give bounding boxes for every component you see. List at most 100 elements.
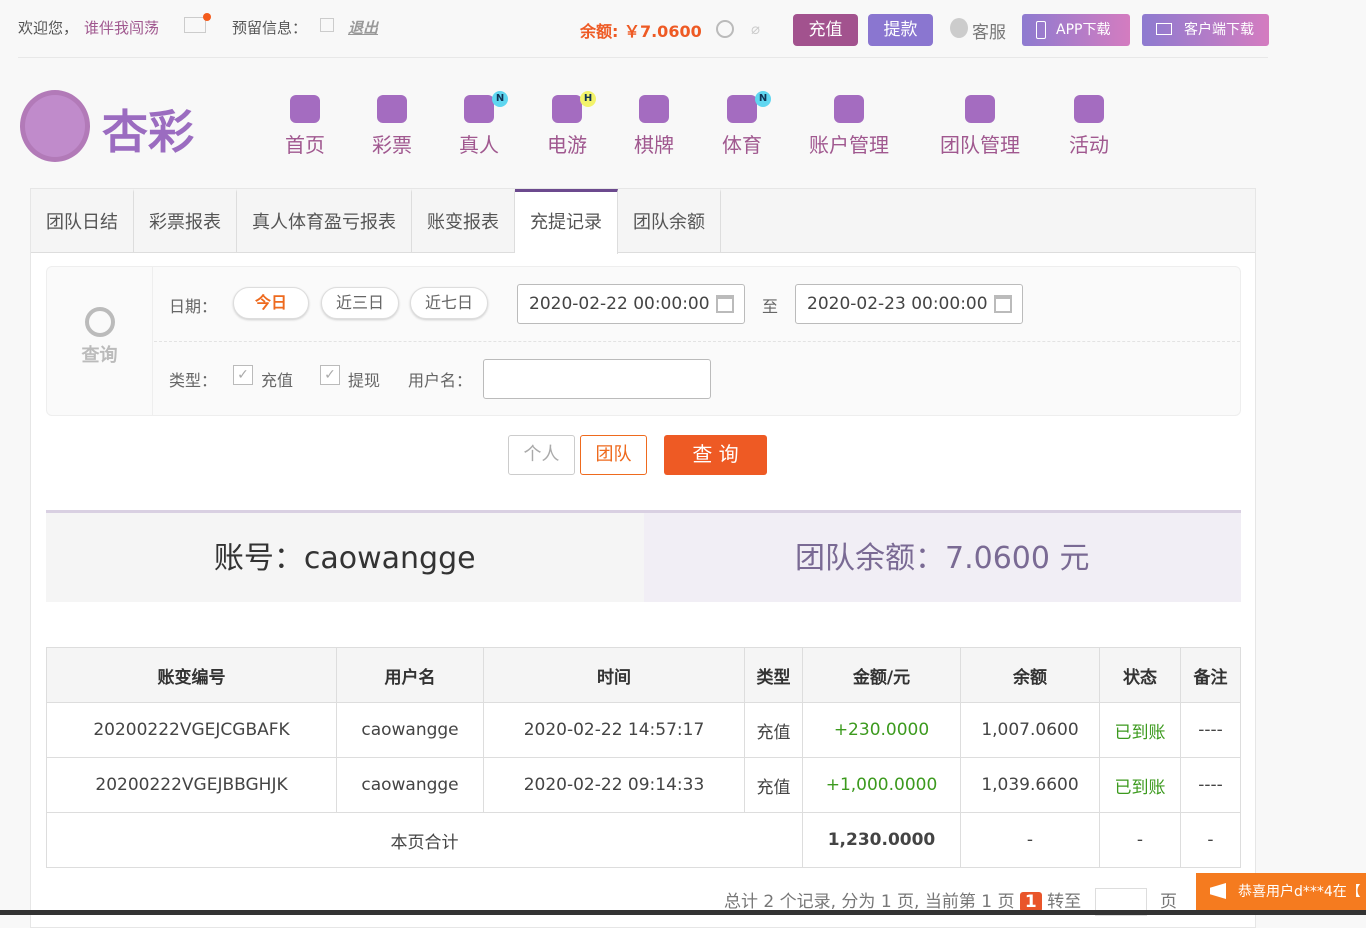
tab-0[interactable]: 团队日结 <box>31 189 134 252</box>
column-header: 状态 <box>1099 647 1181 703</box>
table-cell: 已到账 <box>1099 702 1181 758</box>
withdraw-checkbox[interactable]: ✓ <box>320 365 340 385</box>
page-1-button[interactable]: 1 <box>1019 892 1042 912</box>
search-button[interactable]: 查 询 <box>664 435 767 475</box>
start-date-input[interactable]: 2020-02-22 00:00:00 <box>517 284 745 324</box>
team-icon <box>965 95 995 123</box>
type-label: 类型： <box>169 371 218 390</box>
nav-item-6[interactable]: 账户管理 <box>809 95 889 158</box>
seven-days-button[interactable]: 近七日 <box>410 287 488 319</box>
nav-item-1[interactable]: 彩票 <box>372 95 412 158</box>
table-cell: ---- <box>1180 702 1241 758</box>
mail-icon[interactable] <box>184 17 206 33</box>
table-cell: caowangge <box>336 757 484 813</box>
table-cell: 1,039.6600 <box>960 757 1100 813</box>
cards-icon <box>639 95 669 123</box>
tab-4[interactable]: 充提记录 <box>515 189 618 254</box>
withdraw-button[interactable]: 提款 <box>868 14 933 46</box>
total-row: 本页合计 1,230.0000- - - <box>46 812 1241 868</box>
refresh-icon[interactable] <box>716 20 734 38</box>
column-header: 类型 <box>744 647 803 703</box>
nav-item-5[interactable]: N 体育 <box>722 91 771 158</box>
nav-label: 彩票 <box>372 133 412 157</box>
column-header: 时间 <box>483 647 745 703</box>
nav-item-7[interactable]: 团队管理 <box>940 95 1020 158</box>
tab-3[interactable]: 账变报表 <box>412 189 515 252</box>
badge: N <box>755 91 771 107</box>
account-text: 账号：caowangge <box>46 513 644 602</box>
query-icon-label: 查询 <box>81 345 118 366</box>
three-days-button[interactable]: 近三日 <box>321 287 399 319</box>
calendar-icon[interactable] <box>716 295 734 313</box>
table-cell: 2020-02-22 09:14:33 <box>483 757 745 813</box>
edit-icon[interactable] <box>320 18 334 32</box>
end-date-input[interactable]: 2020-02-23 00:00:00 <box>795 284 1023 324</box>
table-header-row: 账变编号 用户名 时间 类型 金额/元 余额 状态 备注 <box>46 647 1241 703</box>
logo[interactable]: 杏彩 <box>20 88 210 164</box>
table-cell: 1,007.0600 <box>960 702 1100 758</box>
table-cell: 充值 <box>744 702 803 758</box>
table-cell: 20200222VGEJCGBAFK <box>46 702 337 758</box>
recharge-checkbox-label: 充值 <box>261 371 294 390</box>
query-form: 查询 日期： 今日 近三日 近七日 2020-02-22 00:00:00 至 … <box>46 266 1241 416</box>
top-bar: 欢迎您， 谁伴我闯荡 预留信息： 退出 余额: ￥7.0600 ⌀ 充值 提款 … <box>18 0 1269 58</box>
page-label: 页 <box>1159 892 1177 912</box>
nav-label: 体育 <box>722 133 762 157</box>
hide-eye-icon[interactable]: ⌀ <box>751 20 760 38</box>
username-link[interactable]: 谁伴我闯荡 <box>84 17 159 38</box>
tab-5[interactable]: 团队余额 <box>618 189 721 252</box>
winner-toast[interactable]: 恭喜用户d***4在【 <box>1196 873 1366 911</box>
personal-button[interactable]: 个人 <box>508 435 575 475</box>
service-link[interactable]: 客服 <box>972 18 1006 43</box>
username-input[interactable] <box>483 359 711 399</box>
table-cell: ---- <box>1180 757 1241 813</box>
service-avatar-icon <box>950 18 968 38</box>
nav-item-0[interactable]: 首页 <box>285 95 325 158</box>
nav-label: 电游 <box>547 133 587 157</box>
query-icon-block: 查询 <box>47 267 153 415</box>
today-button[interactable]: 今日 <box>233 287 309 319</box>
toast-text: 恭喜用户d***4在【 <box>1238 884 1361 900</box>
tab-2[interactable]: 真人体育盈亏报表 <box>237 189 412 252</box>
nav-item-4[interactable]: 棋牌 <box>634 95 674 158</box>
notification-dot <box>203 13 211 21</box>
nav-item-3[interactable]: H 电游 <box>547 91 596 158</box>
logo-text: 杏彩 <box>102 105 194 159</box>
nav-item-8[interactable]: 活动 <box>1069 95 1109 158</box>
column-header: 用户名 <box>336 647 484 703</box>
reserved-info-label: 预留信息： <box>232 19 308 37</box>
end-date-value: 2020-02-23 00:00:00 <box>807 294 988 314</box>
balance-text: 余额: ￥7.0600 <box>580 22 702 41</box>
report-panel: 团队日结 彩票报表 真人体育盈亏报表 账变报表 充提记录 团队余额 查询 日期： 今日 近… <box>30 188 1256 928</box>
goto-label: 转至 <box>1047 892 1082 912</box>
megaphone-icon <box>1210 883 1226 899</box>
team-balance-text: 团队余额：7.0600 元 <box>643 513 1241 602</box>
gamepad-icon: H <box>552 91 596 123</box>
table-row: 20200222VGEJCGBAFK caowangge 2020-02-22 14… <box>46 702 1241 758</box>
app-download-label: APP下载 <box>1056 22 1111 38</box>
column-header: 账变编号 <box>46 647 337 703</box>
nav-item-2[interactable]: N 真人 <box>459 91 508 158</box>
table-cell: 已到账 <box>1099 757 1181 813</box>
taskbar <box>0 910 1366 915</box>
recharge-button[interactable]: 充值 <box>793 14 858 46</box>
table-cell: - <box>960 812 1100 868</box>
team-button[interactable]: 团队 <box>580 435 647 475</box>
logout-link[interactable]: 退出 <box>348 17 378 38</box>
home-icon <box>290 95 320 123</box>
app-download-button[interactable]: APP下载 <box>1022 14 1130 46</box>
table-cell: +1,000.0000 <box>802 757 961 813</box>
recharge-checkbox[interactable]: ✓ <box>233 365 253 385</box>
table-cell: caowangge <box>336 702 484 758</box>
summary-bar: 账号：caowangge 团队余额：7.0600 元 <box>46 510 1241 602</box>
tab-1[interactable]: 彩票报表 <box>134 189 237 252</box>
nav-label: 活动 <box>1069 133 1109 157</box>
calendar-icon[interactable] <box>994 295 1012 313</box>
records-table: 账变编号 用户名 时间 类型 金额/元 余额 状态 备注 20200222VGEJCGBAFK… <box>46 647 1241 868</box>
badge: N <box>492 91 508 107</box>
welcome-text: 欢迎您， <box>18 19 79 37</box>
divider <box>154 341 1240 342</box>
client-download-button[interactable]: 客户端下载 <box>1142 14 1269 46</box>
nav-label: 棋牌 <box>634 133 674 157</box>
phone-icon <box>1036 21 1046 39</box>
